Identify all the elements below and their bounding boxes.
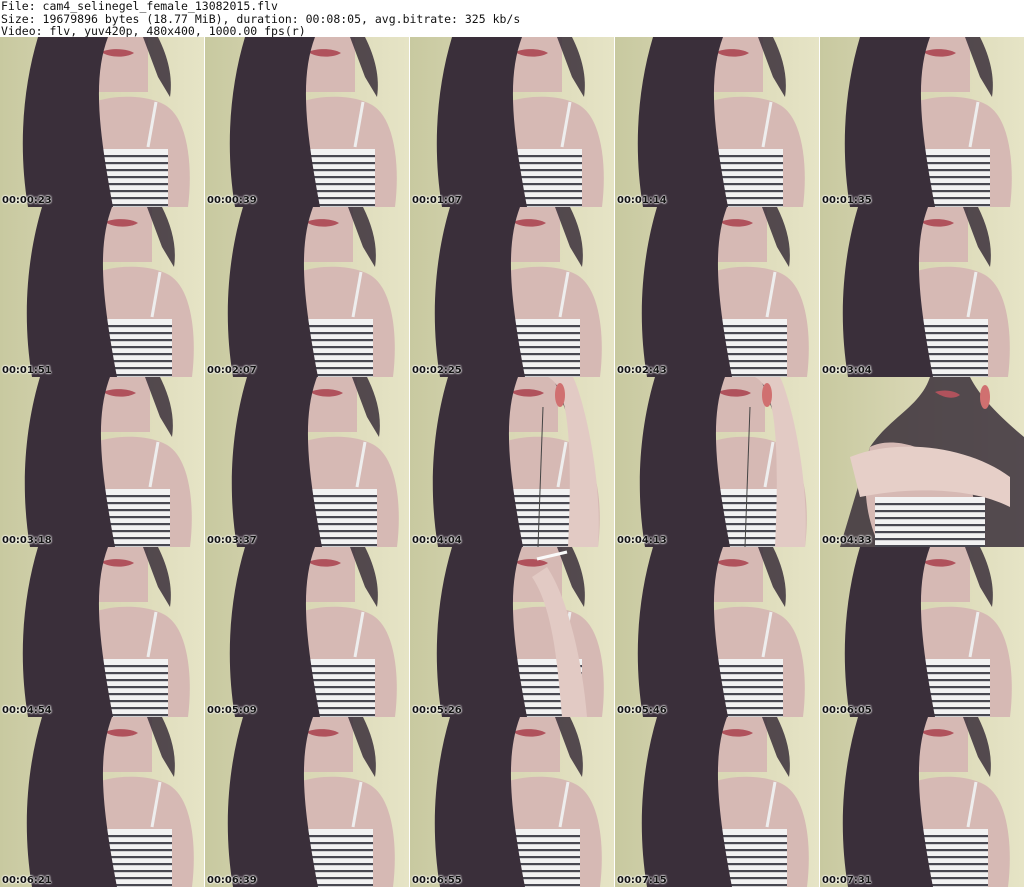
thumbnail-frame-image [820,547,1024,717]
video-thumbnail: 00:01:51 [0,207,204,377]
video-thumbnail: 00:04:13 [615,377,819,547]
video-info-line: Video: flv, yuv420p, 480x400, 1000.00 fp… [1,24,306,38]
thumbnail-timestamp: 00:04:13 [617,535,667,546]
thumbnail-frame-image [820,37,1024,207]
thumbnail-timestamp: 00:06:05 [822,705,872,716]
thumbnail-timestamp: 00:02:25 [412,365,462,376]
video-thumbnail: 00:01:35 [820,37,1024,207]
thumbnail-frame-image [615,717,819,887]
thumbnail-frame-image [410,37,614,207]
thumbnail-frame-image [205,717,409,887]
file-info-header: File: cam4_selinegel_female_13082015.flv… [1,0,520,38]
video-thumbnail: 00:00:23 [0,37,204,207]
video-thumbnail: 00:06:05 [820,547,1024,717]
thumbnail-frame-image [410,547,614,717]
video-thumbnail: 00:02:25 [410,207,614,377]
thumbnail-timestamp: 00:06:55 [412,875,462,886]
thumbnail-frame-image [820,717,1024,887]
video-thumbnail: 00:01:14 [615,37,819,207]
thumbnail-timestamp: 00:07:15 [617,875,667,886]
thumbnail-timestamp: 00:01:35 [822,195,872,206]
thumbnail-timestamp: 00:01:14 [617,195,667,206]
video-thumbnail: 00:05:09 [205,547,409,717]
video-thumbnail: 00:04:04 [410,377,614,547]
thumbnail-timestamp: 00:05:26 [412,705,462,716]
video-thumbnail: 00:07:15 [615,717,819,887]
video-thumbnail: 00:07:31 [820,717,1024,887]
thumbnail-timestamp: 00:00:23 [2,195,52,206]
thumbnail-frame-image [0,717,204,887]
thumbnail-frame-image [410,377,614,547]
video-thumbnail: 00:03:18 [0,377,204,547]
thumbnail-frame-image [205,207,409,377]
thumbnail-frame-image [820,377,1024,547]
video-thumbnail: 00:03:04 [820,207,1024,377]
thumbnail-frame-image [820,207,1024,377]
thumbnail-timestamp: 00:04:04 [412,535,462,546]
video-thumbnail: 00:00:39 [205,37,409,207]
thumbnail-frame-image [0,377,204,547]
thumbnail-timestamp: 00:07:31 [822,875,872,886]
thumbnail-timestamp: 00:01:07 [412,195,462,206]
video-thumbnail: 00:06:39 [205,717,409,887]
video-thumbnail: 00:03:37 [205,377,409,547]
thumbnail-frame-image [0,207,204,377]
thumbnail-frame-image [410,717,614,887]
thumbnail-timestamp: 00:05:09 [207,705,257,716]
thumbnail-frame-image [0,547,204,717]
thumbnail-frame-image [615,377,819,547]
thumbnail-grid: 00:00:23 00:00:39 00:01:07 00:01:14 00:01:35… [0,37,1024,889]
video-thumbnail: 00:06:55 [410,717,614,887]
video-thumbnail: 00:01:07 [410,37,614,207]
thumbnail-timestamp: 00:04:33 [822,535,872,546]
thumbnail-timestamp: 00:02:07 [207,365,257,376]
video-thumbnail: 00:02:07 [205,207,409,377]
thumbnail-timestamp: 00:05:46 [617,705,667,716]
video-thumbnail: 00:05:46 [615,547,819,717]
video-thumbnail: 00:04:33 [820,377,1024,547]
thumbnail-frame-image [0,37,204,207]
thumbnail-timestamp: 00:06:39 [207,875,257,886]
video-thumbnail: 00:02:43 [615,207,819,377]
thumbnail-frame-image [205,377,409,547]
thumbnail-frame-image [410,207,614,377]
thumbnail-frame-image [615,207,819,377]
file-name-line: File: cam4_selinegel_female_13082015.flv [1,0,278,13]
video-thumbnail: 00:04:54 [0,547,204,717]
thumbnail-frame-image [615,547,819,717]
thumbnail-timestamp: 00:06:21 [2,875,52,886]
thumbnail-timestamp: 00:03:37 [207,535,257,546]
thumbnail-timestamp: 00:02:43 [617,365,667,376]
thumbnail-timestamp: 00:03:18 [2,535,52,546]
thumbnail-frame-image [205,547,409,717]
thumbnail-timestamp: 00:00:39 [207,195,257,206]
thumbnail-frame-image [615,37,819,207]
video-thumbnail: 00:06:21 [0,717,204,887]
thumbnail-timestamp: 00:04:54 [2,705,52,716]
thumbnail-timestamp: 00:01:51 [2,365,52,376]
thumbnail-frame-image [205,37,409,207]
video-thumbnail: 00:05:26 [410,547,614,717]
thumbnail-timestamp: 00:03:04 [822,365,872,376]
